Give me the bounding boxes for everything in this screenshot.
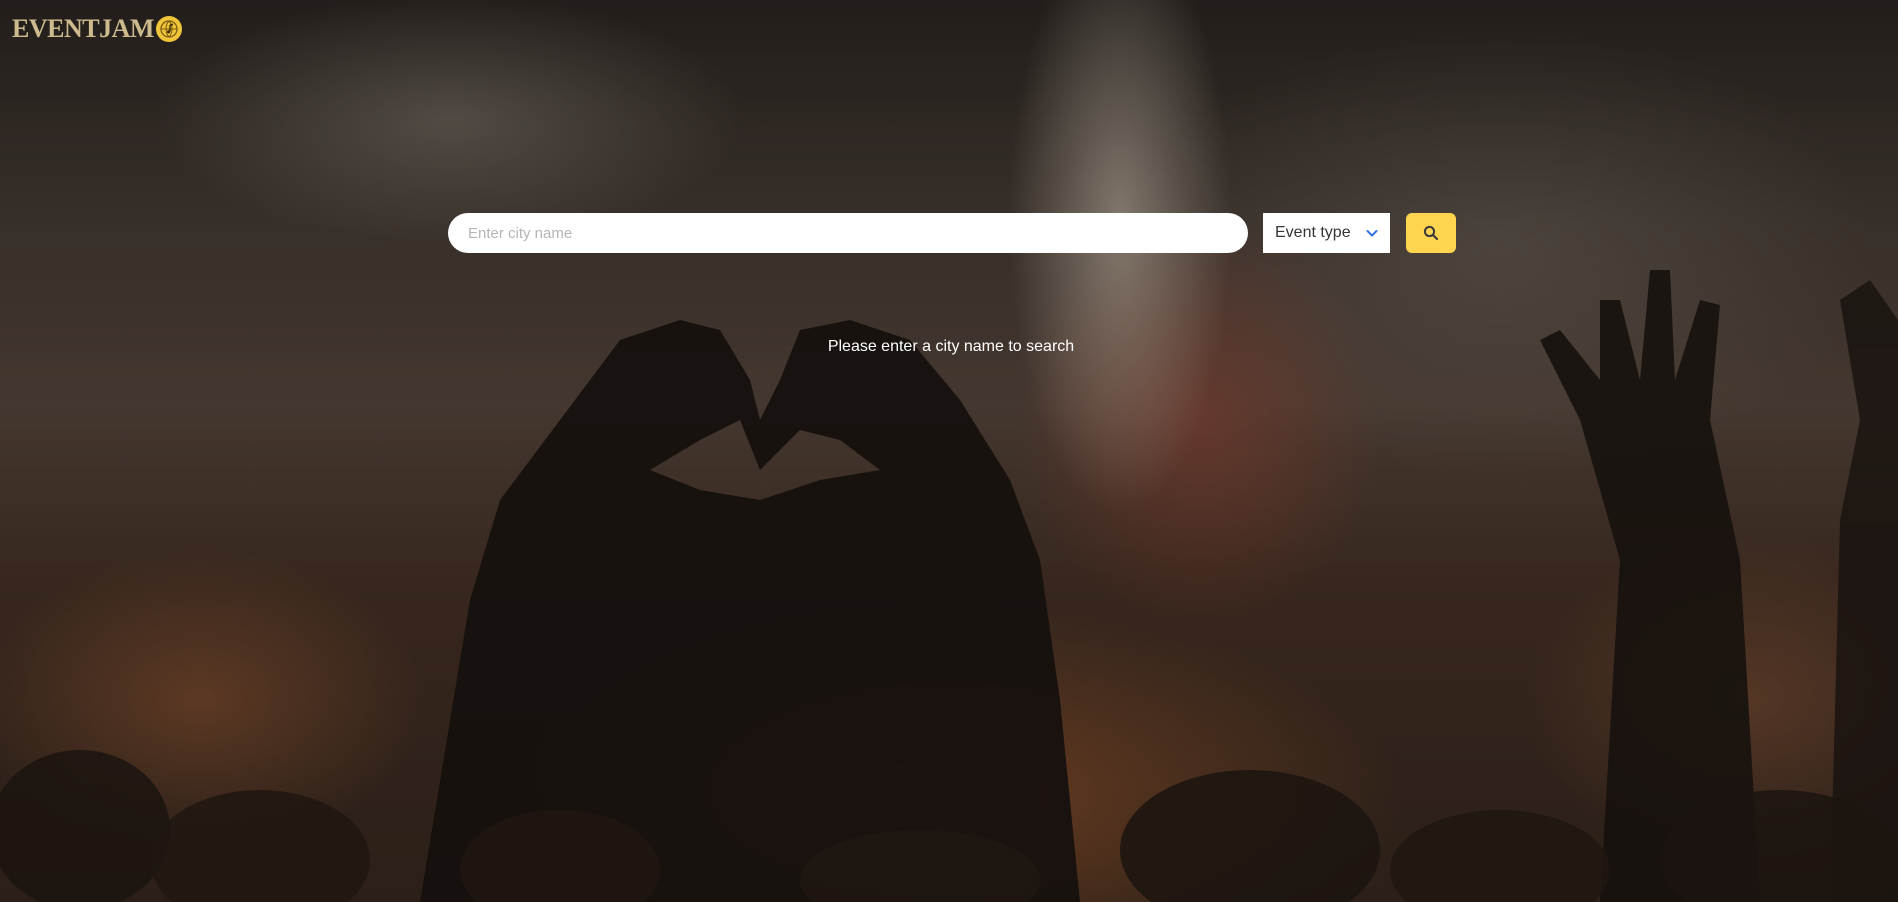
search-icon xyxy=(1423,225,1439,241)
event-type-label: Event type xyxy=(1275,224,1351,241)
chevron-down-icon xyxy=(1366,229,1378,238)
page: EVENTJAM Event type xyxy=(0,0,1898,902)
globe-music-icon xyxy=(155,16,182,42)
background-dim-overlay xyxy=(0,0,1898,902)
logo-text: EVENTJAM xyxy=(12,14,154,43)
search-button[interactable] xyxy=(1406,213,1456,253)
event-type-dropdown[interactable]: Event type xyxy=(1263,213,1390,253)
search-prompt-message: Please enter a city name to search xyxy=(827,338,1075,355)
app-logo[interactable]: EVENTJAM xyxy=(12,14,182,44)
city-search-input[interactable] xyxy=(448,213,1248,253)
search-bar: Event type xyxy=(448,213,1456,253)
